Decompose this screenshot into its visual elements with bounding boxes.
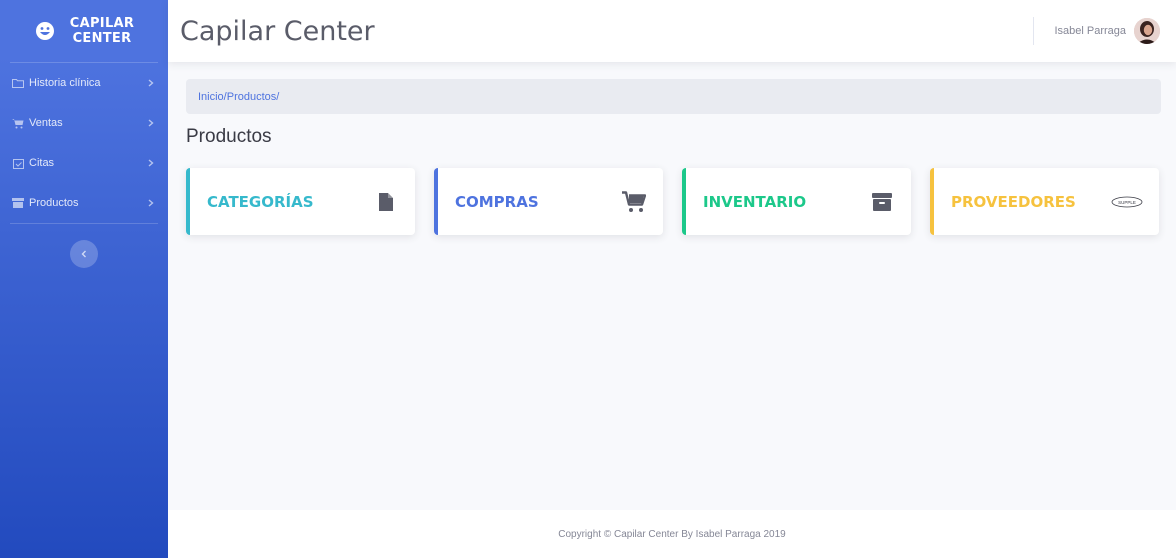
folder-icon — [12, 77, 24, 89]
sidebar-divider — [10, 223, 158, 224]
sidebar-item-ventas[interactable]: Ventas — [0, 103, 168, 143]
sidebar-toggle-wrap — [0, 240, 168, 268]
footer: Copyright © Capilar Center By Isabel Par… — [168, 510, 1176, 558]
file-icon — [373, 189, 399, 215]
brand[interactable]: CAPILAR CENTER — [0, 0, 168, 62]
card-label: COMPRAS — [455, 192, 539, 211]
avatar[interactable] — [1134, 18, 1160, 44]
chevron-right-icon — [146, 158, 156, 168]
breadcrumb-link[interactable]: Inicio/Productos/ — [198, 91, 279, 103]
sidebar: CAPILAR CENTER Historia clínica Ventas C… — [0, 0, 168, 558]
page-title: Productos — [186, 126, 272, 147]
sidebar-item-label: Productos — [29, 197, 79, 209]
breadcrumb: Inicio/Productos/ — [186, 79, 1161, 114]
calendar-check-icon — [12, 157, 24, 169]
topbar-divider — [1033, 17, 1035, 45]
sidebar-item-label: Historia clínica — [29, 77, 101, 89]
topbar: Capilar Center Isabel Parraga — [168, 0, 1176, 62]
box-icon — [12, 197, 24, 209]
sidebar-item-historia-clinica[interactable]: Historia clínica — [0, 63, 168, 103]
card-label: CATEGORÍAS — [207, 192, 314, 211]
cart-icon — [12, 117, 24, 129]
sidebar-item-citas[interactable]: Citas — [0, 143, 168, 183]
card-categorias[interactable]: CATEGORÍAS — [186, 168, 415, 235]
supplier-logo-icon: SUPPLE — [1111, 189, 1143, 215]
laugh-icon — [34, 20, 56, 42]
card-label: INVENTARIO — [703, 192, 807, 211]
sidebar-toggle-button[interactable] — [70, 240, 98, 268]
card-compras[interactable]: COMPRAS — [434, 168, 663, 235]
brand-name: CAPILAR CENTER — [70, 16, 134, 46]
chevron-left-icon — [81, 245, 87, 263]
card-label: PROVEEDORES — [951, 192, 1076, 211]
supplier-logo-text: SUPPLE — [1118, 200, 1136, 205]
card-proveedores[interactable]: PROVEEDORES SUPPLE — [930, 168, 1159, 235]
sidebar-item-productos[interactable]: Productos — [0, 183, 168, 223]
chevron-right-icon — [146, 198, 156, 208]
brand-line1: CAPILAR — [69, 16, 135, 31]
archive-icon — [869, 189, 895, 215]
app-title: Capilar Center — [180, 15, 375, 47]
user-name[interactable]: Isabel Parraga — [1054, 25, 1126, 37]
card-inventario[interactable]: INVENTARIO — [682, 168, 911, 235]
shopping-cart-icon — [621, 189, 647, 215]
chevron-right-icon — [146, 78, 156, 88]
brand-line2: CENTER — [72, 31, 132, 46]
sidebar-item-label: Citas — [29, 157, 55, 169]
sidebar-item-label: Ventas — [29, 117, 63, 129]
footer-text: Copyright © Capilar Center By Isabel Par… — [558, 528, 786, 540]
chevron-right-icon — [146, 118, 156, 128]
